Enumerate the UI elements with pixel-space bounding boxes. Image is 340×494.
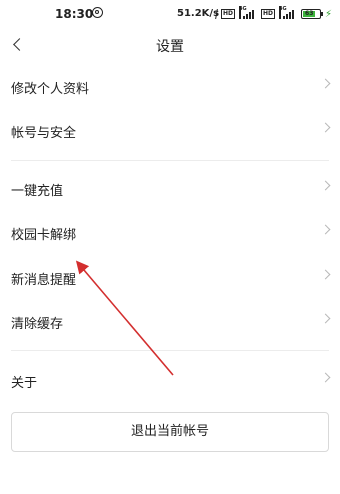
chevron-right-icon bbox=[322, 182, 330, 190]
hd-badge-2: HD bbox=[261, 9, 276, 19]
hd-badge-1: HD bbox=[221, 9, 236, 19]
menu-item-unbind-campus-card[interactable]: 校园卡解绑 bbox=[0, 210, 340, 254]
section-divider bbox=[11, 350, 329, 351]
menu-item-label: 一键充值 bbox=[11, 184, 64, 199]
menu-item-account-security[interactable]: 帐号与安全 bbox=[0, 108, 340, 152]
network-type-1: 4G bbox=[239, 6, 247, 19]
signal-icon-1: 4G bbox=[239, 6, 257, 19]
logout-button[interactable]: 退出当前帐号 bbox=[11, 412, 329, 452]
navigation-bar: 设置 bbox=[0, 28, 340, 64]
network-type-2: 4G bbox=[279, 6, 287, 19]
signal-icon-2: 4G bbox=[279, 6, 297, 19]
chevron-right-icon bbox=[322, 80, 330, 88]
menu-item-label: 修改个人资料 bbox=[11, 82, 90, 97]
status-time: 18:30 bbox=[55, 7, 94, 21]
menu-item-label: 新消息提醒 bbox=[11, 273, 77, 288]
status-icons: HD 4G HD 4G 63 ⚡ bbox=[209, 6, 336, 20]
menu-item-recharge[interactable]: 一键充值 bbox=[0, 166, 340, 210]
status-bar: 18:30 51.2K/s HD 4G HD 4G 63 ⚡ bbox=[0, 0, 340, 28]
sync-icon bbox=[92, 7, 103, 18]
bluetooth-icon bbox=[209, 9, 218, 19]
menu-item-about[interactable]: 关于 bbox=[0, 358, 340, 402]
menu-item-edit-profile[interactable]: 修改个人资料 bbox=[0, 64, 340, 108]
charging-icon: ⚡ bbox=[325, 8, 333, 20]
chevron-right-icon bbox=[322, 315, 330, 323]
battery-level: 63 bbox=[305, 10, 314, 17]
menu-item-label: 关于 bbox=[11, 376, 38, 391]
chevron-right-icon bbox=[322, 374, 330, 382]
chevron-right-icon bbox=[322, 271, 330, 279]
chevron-right-icon bbox=[322, 226, 330, 234]
menu-item-message-notifications[interactable]: 新消息提醒 bbox=[0, 255, 340, 299]
battery-icon: 63 bbox=[301, 9, 324, 19]
section-divider bbox=[11, 160, 329, 161]
page-title: 设置 bbox=[156, 39, 184, 55]
menu-item-label: 清除缓存 bbox=[11, 317, 64, 332]
menu-item-label: 帐号与安全 bbox=[11, 126, 77, 141]
chevron-right-icon bbox=[322, 124, 330, 132]
menu-item-label: 校园卡解绑 bbox=[11, 228, 77, 243]
menu-item-clear-cache[interactable]: 清除缓存 bbox=[0, 299, 340, 343]
